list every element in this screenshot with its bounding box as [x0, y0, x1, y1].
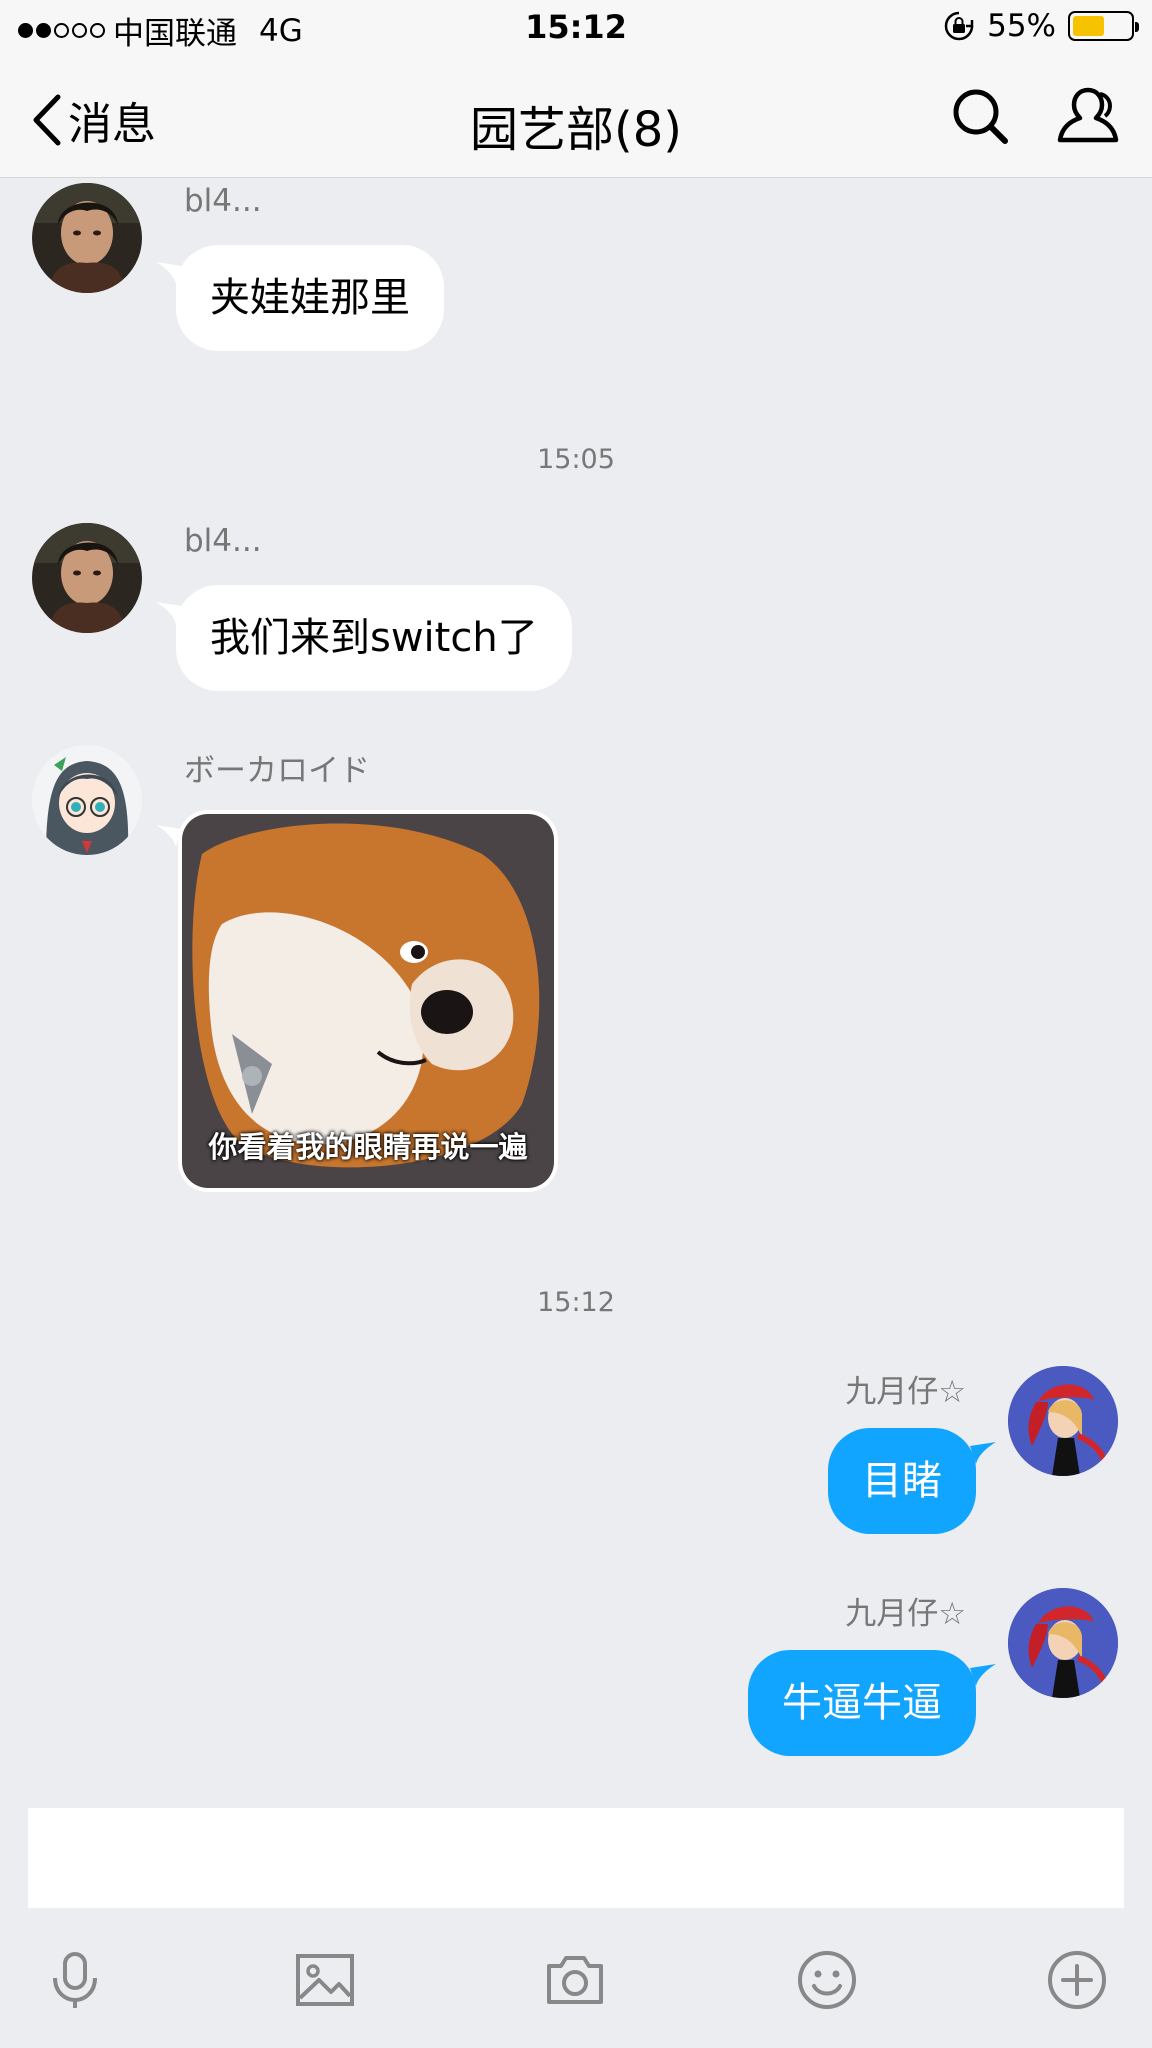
timestamp: 15:12 — [537, 1287, 615, 1318]
avatar[interactable] — [1008, 1366, 1118, 1476]
man-portrait-avatar — [32, 183, 142, 293]
avatar[interactable] — [32, 745, 142, 855]
sticker-caption: 你看着我的眼睛再说一遍 — [208, 1130, 528, 1164]
avatar[interactable] — [32, 183, 142, 293]
sticker-message[interactable]: 你看着我的眼睛再说一遍 — [178, 810, 558, 1192]
status-bar: 中国联通 4G 15:12 55% — [0, 0, 1152, 58]
battery-level-fill — [1073, 16, 1104, 36]
avatar[interactable] — [32, 523, 142, 633]
image-icon — [296, 1954, 354, 2006]
navigation-bar: 消息 园艺部(8) — [0, 58, 1152, 178]
battery-icon — [1068, 11, 1139, 41]
camera-icon — [547, 1956, 603, 2004]
input-toolbar — [0, 1930, 1152, 2048]
message-bubble[interactable]: 夹娃娃那里 — [176, 245, 444, 351]
microphone-icon — [53, 1952, 97, 2008]
shiba-dog-sticker: 你看着我的眼睛再说一遍 — [182, 814, 554, 1188]
sender-name: bl4... — [184, 183, 262, 219]
message-bubble[interactable]: 牛逼牛逼 — [748, 1650, 976, 1756]
message-bubble[interactable]: 我们来到switch了 — [176, 585, 572, 691]
voice-button[interactable] — [43, 1948, 107, 2012]
man-portrait-avatar — [32, 523, 142, 633]
anime-character-avatar — [1008, 1366, 1118, 1476]
sender-name: 九月仔☆ — [845, 1374, 966, 1410]
timestamp: 15:05 — [537, 444, 615, 475]
plus-icon — [1048, 1951, 1106, 2009]
message-bubble[interactable]: 目睹 — [828, 1428, 976, 1534]
anime-character-avatar — [1008, 1588, 1118, 1698]
emoji-icon — [798, 1951, 856, 2009]
group-members-icon[interactable] — [1056, 84, 1120, 148]
avatar[interactable] — [1008, 1588, 1118, 1698]
sender-name: 九月仔☆ — [845, 1596, 966, 1632]
anime-girl-avatar — [32, 745, 142, 855]
camera-button[interactable] — [543, 1948, 607, 2012]
sender-name: ボーカロイド — [184, 753, 370, 789]
battery-percent: 55% — [987, 8, 1056, 44]
status-right: 55% — [943, 8, 1139, 44]
rotation-lock-icon — [944, 11, 974, 41]
emoji-button[interactable] — [795, 1948, 859, 2012]
message-input[interactable] — [28, 1808, 1124, 1908]
search-icon[interactable] — [950, 86, 1010, 146]
chat-screen: 中国联通 4G 15:12 55% 消息 园艺部(8) bl4... 夹娃娃那里… — [0, 0, 1152, 2048]
sender-name: bl4... — [184, 523, 262, 559]
more-button[interactable] — [1045, 1948, 1109, 2012]
photo-button[interactable] — [293, 1948, 357, 2012]
